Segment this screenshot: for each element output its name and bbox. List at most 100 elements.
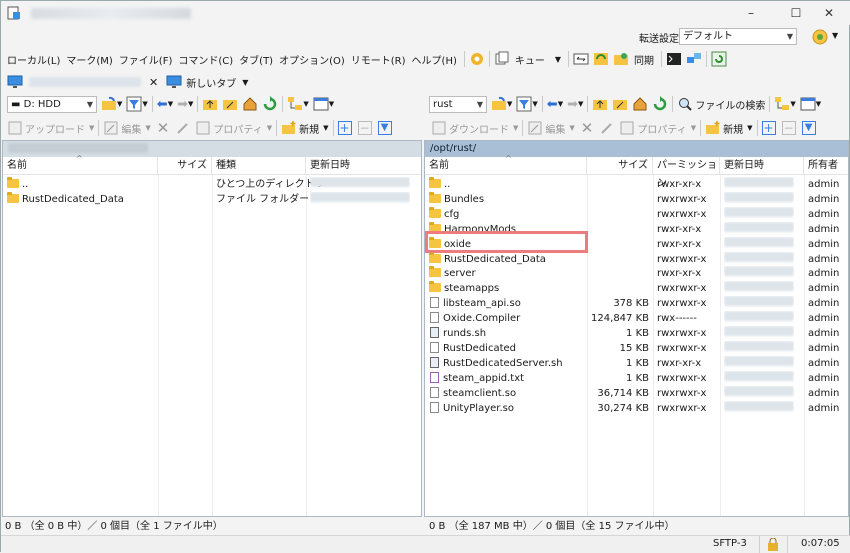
chevron-down-icon[interactable]: ▼ — [145, 124, 150, 132]
close-tab-icon[interactable]: ✕ — [149, 76, 158, 89]
table-row[interactable]: RustDedicatedServer.sh 1 KB rwxr-xr-x admin — [425, 355, 848, 371]
chevron-down-icon[interactable]: ▼ — [188, 100, 193, 108]
table-row[interactable]: Bundles rwxrwxr-x admin — [425, 191, 848, 207]
chevron-down-icon[interactable]: ▼ — [558, 100, 563, 108]
right-drive-select[interactable]: rust ▼ — [429, 96, 487, 113]
chevron-down-icon[interactable]: ▼ — [507, 100, 512, 108]
table-row[interactable]: RustDedicated 15 KB rwxrwxr-x admin — [425, 340, 848, 356]
local-pane[interactable]: 名前 サイズ 種類 更新日時 ^ .. ひとつ上のディレクトリ RustDedi… — [2, 140, 422, 517]
minus-icon[interactable]: − — [357, 121, 372, 135]
list-item[interactable]: .. ひとつ上のディレクトリ — [3, 177, 421, 192]
column-modified[interactable]: 更新日時 — [720, 157, 804, 175]
home-icon[interactable] — [242, 96, 258, 112]
table-row[interactable]: steamapps rwxrwxr-x admin — [425, 281, 848, 296]
open-folder-icon[interactable] — [101, 96, 117, 112]
chevron-down-icon[interactable]: ▼ — [89, 124, 94, 132]
chevron-down-icon[interactable]: ▼ — [323, 124, 328, 132]
tree-icon[interactable] — [774, 96, 790, 112]
sync-icon[interactable] — [613, 51, 629, 67]
menu-tab[interactable]: タブ(T) — [236, 52, 276, 67]
table-row[interactable]: steam_appid.txt 1 KB rwxrwxr-x admin — [425, 370, 848, 386]
edit-icon[interactable] — [527, 120, 543, 136]
column-type[interactable]: 種類 — [212, 157, 306, 175]
table-row[interactable]: .. rwxr-xr-x admin — [425, 177, 848, 192]
rename-icon[interactable] — [599, 120, 615, 136]
column-owner[interactable]: 所有者 — [804, 157, 850, 175]
root-folder-icon[interactable] — [612, 96, 628, 112]
open-folder-icon[interactable] — [491, 96, 507, 112]
search-icon[interactable] — [677, 96, 693, 112]
queue-label[interactable]: キュー — [512, 52, 548, 67]
minus-icon[interactable]: − — [781, 121, 796, 135]
close-button[interactable]: ✕ — [809, 4, 849, 22]
sync-label[interactable]: 同期 — [631, 52, 657, 67]
table-row[interactable]: UnityPlayer.so 30,274 KB rwxrwxr-x admin — [425, 400, 848, 416]
home-icon[interactable] — [632, 96, 648, 112]
chevron-down-icon[interactable]: ▼ — [168, 100, 173, 108]
chevron-down-icon[interactable]: ▼ — [142, 100, 147, 108]
back-arrow-icon[interactable]: ⬅ — [157, 97, 168, 112]
parent-folder-icon[interactable] — [592, 96, 608, 112]
compare-icon[interactable] — [573, 51, 589, 67]
tree-icon[interactable] — [287, 96, 303, 112]
table-row[interactable]: RustDedicated_Data rwxrwxr-x admin — [425, 251, 848, 267]
edit-label[interactable]: 編集 — [121, 121, 141, 136]
select-filter-icon[interactable]: ▼ — [377, 121, 392, 135]
plus-icon[interactable]: + — [337, 121, 352, 135]
plus-icon[interactable]: + — [761, 121, 776, 135]
chevron-down-icon[interactable]: ▼ — [832, 31, 838, 40]
synchronize-icon[interactable] — [593, 51, 609, 67]
download-label[interactable]: ダウンロード — [449, 121, 509, 136]
delete-icon[interactable]: ✕ — [581, 119, 594, 137]
tab-session[interactable] — [29, 77, 141, 87]
delete-icon[interactable]: ✕ — [157, 119, 170, 137]
refresh-icon[interactable] — [652, 96, 668, 112]
table-row[interactable]: libsteam_api.so 378 KB rwxrwxr-x admin — [425, 296, 848, 311]
menu-options[interactable]: オプション(O) — [276, 52, 348, 67]
chevron-down-icon[interactable]: ▼ — [691, 124, 696, 132]
list-item[interactable]: RustDedicated_Data ファイル フォルダー — [3, 192, 421, 207]
menu-local[interactable]: ローカル(L) — [4, 52, 63, 67]
local-path-bar[interactable] — [3, 141, 421, 157]
remote-path-bar[interactable]: /opt/rust/ — [425, 141, 848, 157]
terminal-icon[interactable] — [666, 51, 682, 67]
column-modified[interactable]: 更新日時 — [306, 157, 423, 175]
new-label[interactable]: 新規 — [299, 121, 319, 136]
remote-pane[interactable]: /opt/rust/ 名前 サイズ パーミッション 更新日時 所有者 ^ .. r… — [424, 140, 849, 517]
chevron-down-icon[interactable]: ▼ — [117, 100, 122, 108]
new-folder-icon[interactable] — [281, 120, 297, 136]
edit-label[interactable]: 編集 — [545, 121, 565, 136]
forward-arrow-icon[interactable]: ➡ — [177, 97, 188, 112]
tab-new[interactable]: 新しいタブ — [186, 75, 236, 90]
chevron-down-icon[interactable]: ▼ — [790, 100, 795, 108]
download-icon[interactable] — [431, 120, 447, 136]
menu-file[interactable]: ファイル(F) — [116, 52, 176, 67]
menu-mark[interactable]: マーク(M) — [63, 52, 115, 67]
menu-remote[interactable]: リモート(R) — [348, 52, 409, 67]
table-row[interactable]: Oxide.Compiler 124,847 KB rwx------ admin — [425, 311, 848, 326]
network-icon[interactable] — [686, 51, 702, 67]
filter-icon[interactable] — [126, 96, 142, 112]
refresh-icon[interactable] — [262, 96, 278, 112]
table-row[interactable]: runds.sh 1 KB rwxrwxr-x admin — [425, 326, 848, 341]
column-size[interactable]: サイズ — [587, 157, 653, 175]
column-size[interactable]: サイズ — [158, 157, 212, 175]
menu-help[interactable]: ヘルプ(H) — [409, 52, 460, 67]
chevron-down-icon[interactable]: ▼ — [267, 124, 272, 132]
chevron-down-icon[interactable]: ▼ — [747, 124, 752, 132]
chevron-down-icon[interactable]: ▼ — [513, 124, 518, 132]
edit-icon[interactable] — [103, 120, 119, 136]
properties-label[interactable]: プロパティ — [637, 121, 686, 136]
queue-icon[interactable] — [494, 51, 510, 67]
upload-icon[interactable] — [7, 120, 23, 136]
chevron-down-icon[interactable]: ▼ — [532, 100, 537, 108]
view-list-icon[interactable] — [800, 96, 816, 112]
rename-icon[interactable] — [175, 120, 191, 136]
view-list-icon[interactable] — [313, 96, 329, 112]
parent-folder-icon[interactable] — [202, 96, 218, 112]
chevron-down-icon[interactable]: ▼ — [303, 100, 308, 108]
column-permission[interactable]: パーミッション — [653, 157, 720, 189]
gear-icon[interactable] — [469, 51, 485, 67]
new-label[interactable]: 新規 — [723, 121, 743, 136]
back-arrow-icon[interactable]: ⬅ — [547, 97, 558, 112]
